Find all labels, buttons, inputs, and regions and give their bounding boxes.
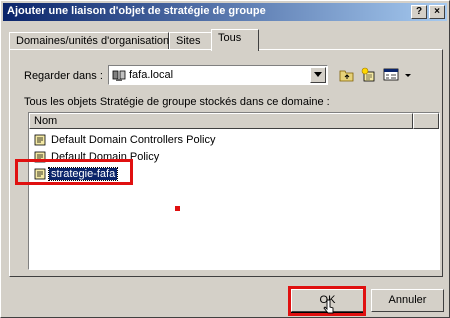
view-dropdown-icon[interactable] [403, 66, 413, 84]
lookin-value: fafa.local [129, 69, 174, 81]
tab-label: Domaines/unités d'organisation [16, 35, 170, 47]
title-bar[interactable]: Ajouter une liaison d'objet de stratégie… [3, 3, 447, 21]
lookin-label: Regarder dans : [24, 70, 103, 82]
lookin-dropdown-button[interactable] [310, 67, 326, 83]
cancel-button-label: Annuler [388, 294, 427, 306]
tab-label: Tous [218, 32, 242, 44]
lookin-combobox[interactable]: fafa.local [108, 65, 328, 85]
tab-sites[interactable]: Sites [169, 32, 213, 50]
new-gpo-icon[interactable] [360, 66, 378, 84]
list-item-label: Default Domain Controllers Policy [51, 134, 216, 146]
column-header-name[interactable]: Nom [29, 113, 413, 129]
column-header-filler [413, 113, 439, 129]
column-header-label: Nom [34, 115, 58, 127]
domain-icon [112, 70, 126, 81]
window-title: Ajouter une liaison d'objet de stratégie… [7, 5, 266, 17]
cancel-button[interactable]: Annuler [371, 289, 444, 312]
gpo-list[interactable]: Nom Default Domain Controllers Policy De… [28, 112, 440, 270]
close-icon: × [434, 6, 440, 17]
dialog-window: Ajouter une liaison d'objet de stratégie… [0, 0, 450, 318]
up-folder-icon[interactable] [338, 66, 356, 84]
tab-label: Sites [176, 35, 201, 47]
tab-all[interactable]: Tous [211, 29, 259, 51]
annotation-dot [175, 206, 180, 211]
chevron-down-icon [314, 72, 322, 77]
close-button[interactable]: × [429, 5, 445, 19]
tab-domains-ous[interactable]: Domaines/unités d'organisation [9, 32, 169, 50]
list-caption: Tous les objets Stratégie de groupe stoc… [24, 96, 330, 108]
annotation-highlight-box [15, 159, 133, 185]
help-icon: ? [415, 6, 423, 17]
help-button[interactable]: ? [411, 5, 427, 19]
mouse-cursor-icon [323, 299, 334, 314]
view-menu-icon[interactable] [383, 66, 401, 84]
gpo-scroll-icon [34, 134, 46, 146]
